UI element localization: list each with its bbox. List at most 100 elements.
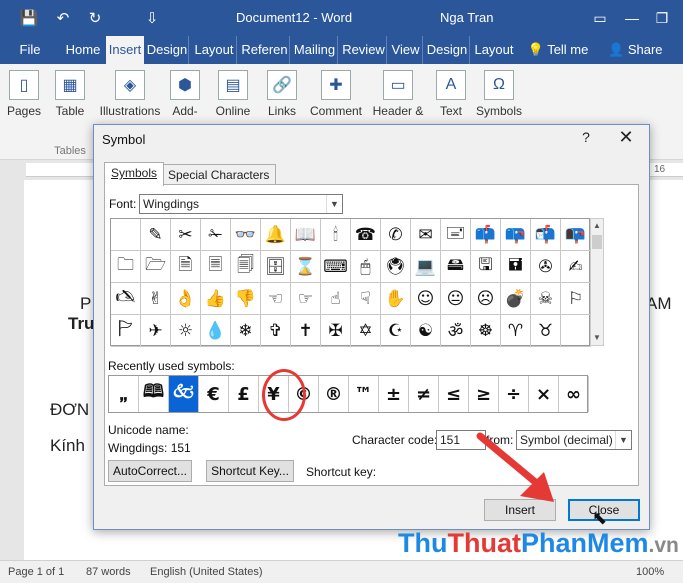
symbol-cell[interactable]: ☠ bbox=[531, 283, 561, 315]
tell-me-search[interactable]: 💡 Tell me bbox=[526, 36, 590, 64]
recent-symbol[interactable]: € bbox=[199, 376, 229, 412]
symbol-cell[interactable]: ✆ bbox=[381, 219, 411, 251]
tab-table-layout[interactable]: Layout bbox=[472, 36, 516, 64]
symbol-cell[interactable]: ☪ bbox=[381, 315, 411, 347]
share-button[interactable]: 👤 Share bbox=[608, 36, 662, 64]
symbol-cell[interactable]: 🖴 bbox=[441, 251, 471, 283]
symbol-cell[interactable]: ☼ bbox=[171, 315, 201, 347]
symbol-cell[interactable]: 🖫 bbox=[471, 251, 501, 283]
tab-special-characters[interactable]: Special Characters bbox=[161, 164, 277, 186]
symbol-cell[interactable]: 📪 bbox=[501, 219, 531, 251]
insert-button[interactable]: Insert bbox=[484, 499, 556, 521]
tab-table-design[interactable]: Design bbox=[425, 36, 470, 64]
symbol-cell[interactable]: ✁ bbox=[201, 219, 231, 251]
recent-symbol[interactable]: 🕮 bbox=[139, 376, 169, 412]
symbol-cell[interactable]: 📫 bbox=[471, 219, 501, 251]
symbol-cell[interactable]: ✡ bbox=[351, 315, 381, 347]
tab-file[interactable]: File bbox=[10, 36, 50, 64]
symbol-cell[interactable]: 📬 bbox=[531, 219, 561, 251]
recent-symbol[interactable]: £ bbox=[229, 376, 259, 412]
symbol-cell[interactable]: ✌ bbox=[141, 283, 171, 315]
recent-symbol[interactable]: ™ bbox=[349, 376, 379, 412]
symbol-cell[interactable]: 📭 bbox=[561, 219, 591, 251]
symbol-cell[interactable]: 📖 bbox=[291, 219, 321, 251]
recent-symbol[interactable]: ® bbox=[319, 376, 349, 412]
symbol-cell[interactable]: 🖎 bbox=[111, 283, 141, 315]
minimize-icon[interactable]: — bbox=[620, 6, 644, 30]
symbol-cell[interactable]: ✞ bbox=[261, 315, 291, 347]
recent-symbol[interactable]: 🙸 bbox=[109, 376, 139, 412]
symbol-grid-scrollbar[interactable]: ▲ ▼ bbox=[590, 218, 604, 346]
language[interactable]: English (United States) bbox=[150, 566, 263, 578]
symbol-cell[interactable]: ✉ bbox=[411, 219, 441, 251]
tab-insert[interactable]: Insert bbox=[106, 36, 144, 64]
recent-symbol[interactable]: © bbox=[289, 376, 319, 412]
symbol-cell[interactable]: ✂ bbox=[171, 219, 201, 251]
symbol-cell[interactable]: ☟ bbox=[351, 283, 381, 315]
word-count[interactable]: 87 words bbox=[86, 566, 131, 578]
symbol-cell[interactable]: ⌛ bbox=[291, 251, 321, 283]
symbol-cell[interactable]: 🗐 bbox=[231, 251, 261, 283]
table-group[interactable]: ▦ Table Tables bbox=[50, 64, 90, 160]
symbol-cell[interactable]: 👌 bbox=[171, 283, 201, 315]
font-select[interactable]: Wingdings ▼ bbox=[139, 194, 343, 214]
symbol-cell[interactable]: ॐ bbox=[441, 315, 471, 347]
recent-symbol[interactable]: ¥ bbox=[259, 376, 289, 412]
recent-symbol[interactable]: ≠ bbox=[409, 376, 439, 412]
symbol-cell[interactable]: ✝ bbox=[291, 315, 321, 347]
symbol-cell[interactable]: ✠ bbox=[321, 315, 351, 347]
symbol-cell[interactable]: ☜ bbox=[261, 283, 291, 315]
tab-layout[interactable]: Layout bbox=[192, 36, 237, 64]
symbol-cell[interactable]: 👎 bbox=[231, 283, 261, 315]
symbol-cell[interactable]: ☯ bbox=[411, 315, 441, 347]
symbol-cell[interactable]: ☎ bbox=[351, 219, 381, 251]
page-count[interactable]: Page 1 of 1 bbox=[8, 566, 64, 578]
symbol-cell[interactable]: ✋ bbox=[381, 283, 411, 315]
symbol-cell[interactable]: 😐 bbox=[441, 283, 471, 315]
recent-symbol[interactable]: ÷ bbox=[499, 376, 529, 412]
symbol-cell[interactable]: ✇ bbox=[531, 251, 561, 283]
scroll-down-icon[interactable]: ▼ bbox=[591, 331, 603, 345]
pages-group[interactable]: ▯ Pages bbox=[4, 64, 44, 160]
symbol-cell[interactable]: ☺ bbox=[411, 283, 441, 315]
character-code-input[interactable]: 151 bbox=[436, 430, 486, 450]
symbol-cell[interactable]: ✈ bbox=[141, 315, 171, 347]
tab-design[interactable]: Design bbox=[146, 36, 189, 64]
symbol-cell[interactable]: 🏱 bbox=[111, 315, 141, 347]
tab-mailings[interactable]: Mailing bbox=[292, 36, 338, 64]
user-name[interactable]: Nga Tran bbox=[440, 10, 493, 25]
symbol-cell[interactable]: ❄ bbox=[231, 315, 261, 347]
save-icon[interactable]: 💾 bbox=[16, 0, 42, 36]
undo-icon[interactable]: ↶ bbox=[50, 0, 76, 36]
close-icon[interactable]: ✕ bbox=[614, 127, 638, 151]
customize-qat-icon[interactable]: ⇩ bbox=[140, 0, 164, 36]
from-select[interactable]: Symbol (decimal) ▼ bbox=[516, 430, 632, 450]
shortcut-key-button[interactable]: Shortcut Key... bbox=[206, 460, 294, 482]
symbol-cell[interactable]: ⌨ bbox=[321, 251, 351, 283]
autocorrect-button[interactable]: AutoCorrect... bbox=[108, 460, 192, 482]
symbol-cell[interactable]: 🖬 bbox=[501, 251, 531, 283]
help-icon[interactable]: ? bbox=[576, 129, 596, 149]
symbol-cell[interactable] bbox=[561, 315, 591, 347]
symbol-cell[interactable]: 🗀 bbox=[111, 251, 141, 283]
symbol-cell[interactable]: 🖃 bbox=[441, 219, 471, 251]
symbol-cell[interactable]: 🗏 bbox=[201, 251, 231, 283]
symbol-cell[interactable]: ✍ bbox=[561, 251, 591, 283]
symbol-cell[interactable]: 🗎 bbox=[171, 251, 201, 283]
symbol-cell[interactable]: ☞ bbox=[291, 283, 321, 315]
symbol-cell[interactable]: 🗄 bbox=[261, 251, 291, 283]
symbol-cell[interactable]: ⚐ bbox=[561, 283, 591, 315]
symbol-cell[interactable]: ☸ bbox=[471, 315, 501, 347]
symbol-cell[interactable]: ☹ bbox=[471, 283, 501, 315]
recent-symbol[interactable]: ≥ bbox=[469, 376, 499, 412]
symbol-cell[interactable]: 👓 bbox=[231, 219, 261, 251]
recent-symbol[interactable]: × bbox=[529, 376, 559, 412]
restore-icon[interactable]: ❐ bbox=[650, 6, 674, 30]
recent-symbol-selected[interactable]: 🙵 bbox=[169, 376, 199, 412]
recent-symbol[interactable]: ≤ bbox=[439, 376, 469, 412]
symbol-cell[interactable]: ☝ bbox=[321, 283, 351, 315]
symbol-cell[interactable]: 👍 bbox=[201, 283, 231, 315]
symbol-cell[interactable]: 🔔 bbox=[261, 219, 291, 251]
ribbon-display-icon[interactable]: ▭ bbox=[588, 6, 612, 30]
tab-references[interactable]: Referen bbox=[240, 36, 290, 64]
